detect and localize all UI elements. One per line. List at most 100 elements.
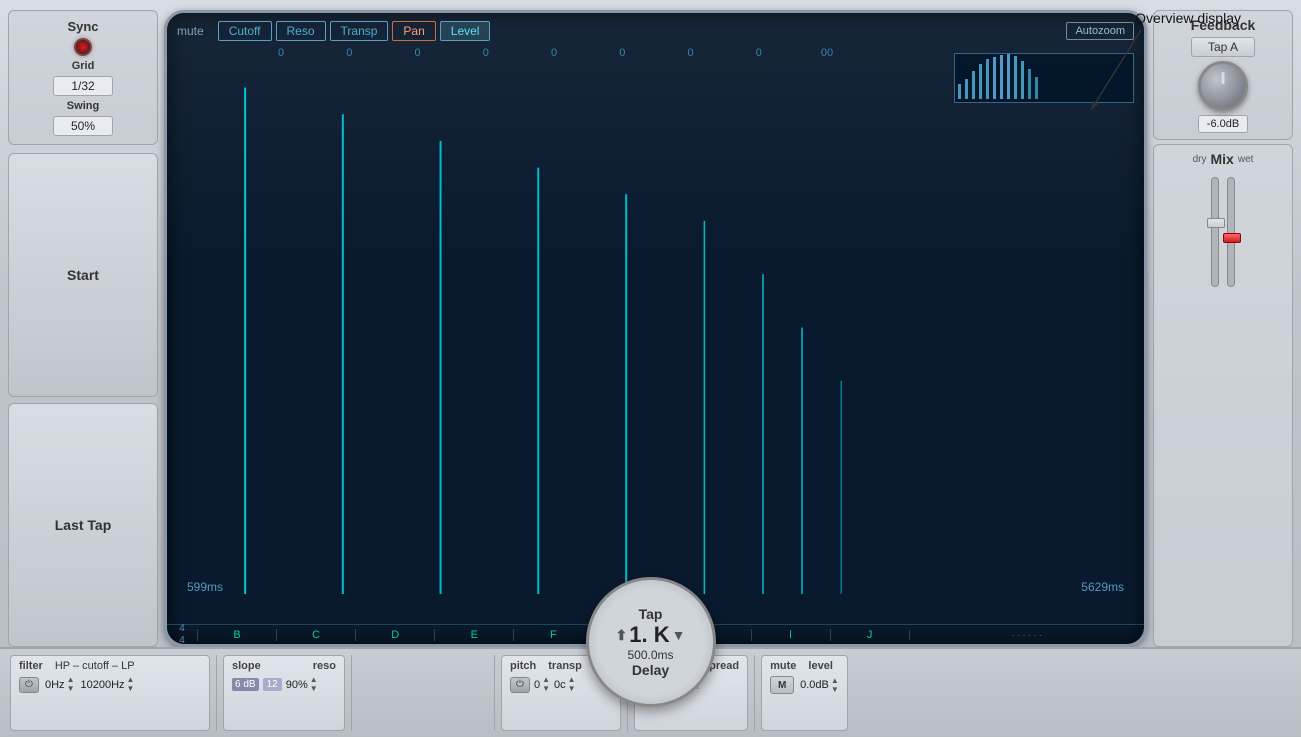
filter-power-button[interactable]: ⏻ [19,677,39,693]
filter-section: filter HP – cutoff – LP ⏻ 0Hz ▲ ▼ 10200H… [10,655,210,731]
display-screen: mute Cutoff Reso Transp Pan Level Autozo… [164,10,1147,647]
filter-type: HP – cutoff – LP [55,660,135,672]
mute-cell-5[interactable]: 0 [520,47,588,59]
hp-hz-value: 0Hz [45,679,65,691]
dry-slider-track[interactable] [1211,177,1219,287]
overview-display-label: Overview display [1135,10,1241,26]
mute-cell-1[interactable]: 0 [247,47,315,59]
reso-value: 90% [286,679,308,691]
dry-label: dry [1193,154,1207,165]
sync-section: Sync Grid 1/32 Swing 50% [8,10,158,145]
transp-value: 0c [554,679,566,691]
feedback-knob[interactable] [1198,61,1248,111]
tap-circle-top-label: Tap [639,606,663,622]
transp-control: 0c ▲ ▼ [554,676,576,693]
mute-cell-6[interactable]: 0 [588,47,656,59]
tab-pan[interactable]: Pan [392,21,435,41]
level-spinner[interactable]: ▲ ▼ [831,677,839,694]
tap-up-arrow[interactable]: ⬆ [616,627,628,644]
tap-value-text: 1. K [629,622,669,648]
time-sig: 4 4 [167,623,197,647]
tab-transp[interactable]: Transp [330,21,389,41]
mute-cell-3[interactable]: 0 [383,47,451,59]
reso-label: reso [313,660,336,672]
mute-cell-9[interactable]: 00 [793,47,861,59]
mix-section: dry Mix wet [1153,144,1293,647]
time-marker-end: 5629ms [1081,580,1124,594]
time-marker-start: 599ms [187,580,223,594]
slope-reso-section: slope reso 6 dB 12 90% ▲ ▼ [223,655,345,731]
swing-value[interactable]: 50% [53,116,113,136]
lp-spinner[interactable]: ▲ ▼ [127,676,135,693]
level-control: 0.0dB ▲ ▼ [800,677,839,694]
hp-spinner[interactable]: ▲ ▼ [67,676,75,693]
btn-group: Start Last Tap [8,153,158,647]
divider-1 [216,655,217,731]
center-display: mute Cutoff Reso Transp Pan Level Autozo… [164,10,1147,647]
tap-circle[interactable]: Tap ⬆ 1. K ▼ 500.0ms Delay [586,577,716,707]
tap-lines-svg [167,61,1144,594]
slope-label: slope [232,660,261,672]
dry-slider-thumb[interactable] [1207,218,1225,228]
mute-badge[interactable]: M [770,676,794,694]
level-section-label: level [808,660,832,672]
mute-cell-2[interactable]: 0 [315,47,383,59]
reso-spinner[interactable]: ▲ ▼ [310,676,318,693]
autozoom-button[interactable]: Autozoom [1066,22,1134,40]
hp-hz-control: 0Hz ▲ ▼ [45,676,74,693]
mute-cell-8[interactable]: 0 [725,47,793,59]
feedback-value: -6.0dB [1198,115,1248,133]
feedback-section: Feedback Tap A -6.0dB [1153,10,1293,140]
lp-hz-value: 10200Hz [80,679,124,691]
waveform-area[interactable]: 599ms 5629ms [167,61,1144,624]
pitch-control: 0 ▲ ▼ [534,676,550,693]
ruler-label-c[interactable]: C [276,629,355,641]
mute-label: mute [177,24,204,38]
sync-radio-button[interactable] [74,38,92,56]
divider-2 [351,655,352,731]
wet-label: wet [1238,154,1254,165]
last-tap-button[interactable]: Last Tap [8,403,158,647]
wet-slider-track[interactable] [1227,177,1235,287]
tap-down-arrow[interactable]: ▼ [672,627,686,643]
tap-circle-bottom-label: Delay [632,662,669,678]
wet-slider-thumb[interactable] [1223,233,1241,243]
transp-label: transp [548,660,582,672]
tap-circle-ms: 500.0ms [627,648,673,662]
divider-3 [494,655,495,731]
mix-sliders [1211,171,1235,291]
sync-label: Sync [67,19,98,34]
pitch-value: 0 [534,679,540,691]
mute-section-label: mute [770,660,796,672]
tab-cutoff[interactable]: Cutoff [218,21,272,41]
level-value: 0.0dB [800,679,829,691]
mute-cell-7[interactable]: 0 [656,47,724,59]
tab-level[interactable]: Level [440,21,491,41]
grid-label: Grid [72,60,95,72]
transp-spinner[interactable]: ▲ ▼ [568,676,576,693]
ruler-label-i[interactable]: I [751,629,830,641]
ruler-label-j[interactable]: J [830,629,909,641]
mute-level-section: mute level M 0.0dB ▲ ▼ [761,655,848,731]
pitch-power-button[interactable]: ⏻ [510,677,530,693]
ruler-label-d[interactable]: D [355,629,434,641]
slope-num-badge: 12 [263,678,282,691]
ruler-label-f[interactable]: F [513,629,592,641]
left-panel: Sync Grid 1/32 Swing 50% Start Last Tap [8,10,158,647]
pitch-label: pitch [510,660,536,672]
tap-a-button[interactable]: Tap A [1191,37,1255,57]
ruler-label-b[interactable]: B [197,629,276,641]
start-button[interactable]: Start [8,153,158,397]
mute-cell-4[interactable]: 0 [452,47,520,59]
tap-circle-value: ⬆ 1. K ▼ [616,622,686,648]
mix-label: Mix [1211,151,1234,167]
grid-value[interactable]: 1/32 [53,76,113,96]
divider-5 [754,655,755,731]
ruler-label-e[interactable]: E [434,629,513,641]
pitch-spinner[interactable]: ▲ ▼ [542,676,550,693]
right-panel: Feedback Tap A -6.0dB dry Mix wet [1153,10,1293,647]
reso-control: 90% ▲ ▼ [286,676,318,693]
swing-label: Swing [67,100,99,112]
filter-label: filter [19,660,43,672]
tab-reso[interactable]: Reso [276,21,326,41]
